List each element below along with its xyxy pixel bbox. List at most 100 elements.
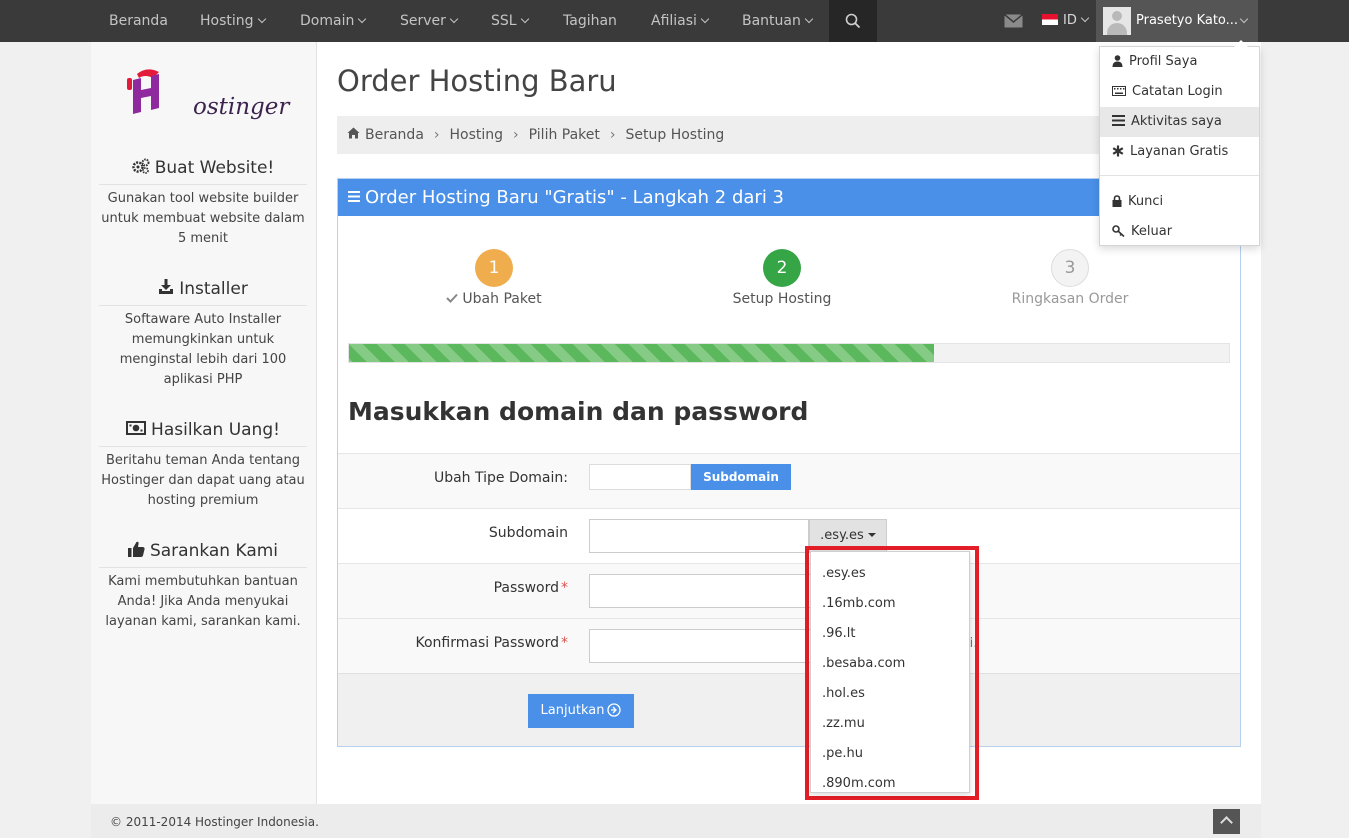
sidebar-heading-buat-website[interactable]: Buat Website!: [99, 153, 307, 185]
breadcrumb-hosting[interactable]: Hosting: [450, 127, 504, 143]
nav-label: Beranda: [109, 13, 168, 29]
menu-keluar[interactable]: Keluar: [1100, 217, 1259, 247]
scroll-to-top-button[interactable]: [1213, 809, 1240, 834]
menu-layanan-gratis[interactable]: Layanan Gratis: [1100, 137, 1259, 167]
tld-option[interactable]: .hol.es: [811, 679, 969, 709]
required-marker: *: [561, 580, 568, 596]
tld-option[interactable]: .esy.es: [811, 559, 969, 589]
nav-server[interactable]: Server: [400, 0, 459, 42]
chevron-down-icon: [358, 14, 367, 24]
nav-label: Domain: [300, 13, 355, 29]
bars-icon: [348, 190, 360, 202]
password-label-text: Password: [493, 580, 559, 596]
breadcrumb-separator: ›: [513, 127, 519, 143]
nav-beranda[interactable]: Beranda: [109, 0, 168, 42]
required-marker: *: [561, 635, 568, 651]
domain-type-option-empty[interactable]: [589, 464, 691, 490]
tld-option[interactable]: .zz.mu: [811, 709, 969, 739]
lanjutkan-button[interactable]: Lanjutkan: [528, 694, 634, 728]
form-row-subdomain: Subdomain .esy.es: [338, 508, 1240, 563]
messages-button[interactable]: [1004, 13, 1023, 32]
nav-afiliasi[interactable]: Afiliasi: [651, 0, 710, 42]
menu-catatan-login[interactable]: Catatan Login: [1100, 77, 1259, 107]
chevron-down-icon: [520, 14, 529, 24]
user-dropdown-menu: Profil Saya Catatan Login Aktivitas saya…: [1099, 40, 1260, 247]
tld-option[interactable]: .besaba.com: [811, 649, 969, 679]
step-number: 2: [763, 249, 801, 287]
sidebar-description: Beritahu teman Anda tentang Hostinger da…: [101, 453, 305, 508]
search-icon: [845, 13, 861, 29]
copyright-text: © 2011-2014 Hostinger Indonesia.: [110, 815, 319, 829]
menu-profil-saya[interactable]: Profil Saya: [1100, 47, 1259, 77]
user-menu-toggle[interactable]: Prasetyo Kato...: [1096, 0, 1258, 42]
step-label-text: Ubah Paket: [462, 291, 542, 307]
sidebar-heading-hasilkan-uang[interactable]: Hasilkan Uang!: [99, 415, 307, 447]
sidebar-heading-text: Installer: [179, 279, 248, 299]
progress-bar: [348, 343, 1230, 363]
page-title: Order Hosting Baru: [337, 64, 617, 98]
nav-label: Tagihan: [563, 13, 617, 29]
hostinger-logo-mark: [127, 69, 159, 114]
step-3: 3 Ringkasan Order: [970, 249, 1170, 307]
lock-icon: [1112, 194, 1122, 207]
nav-hosting[interactable]: Hosting: [200, 0, 266, 42]
envelope-icon: [1004, 13, 1023, 28]
subdomain-type-button[interactable]: Subdomain: [691, 464, 791, 490]
check-icon: [446, 293, 459, 303]
step-label: Ubah Paket: [394, 291, 594, 307]
step-label: Setup Hosting: [732, 291, 832, 307]
hostinger-logo[interactable]: ostinger: [123, 64, 289, 120]
sidebar-heading-sarankan-kami[interactable]: Sarankan Kami: [99, 536, 307, 568]
breadcrumb-current: Setup Hosting: [625, 127, 725, 143]
chevron-down-icon: [1239, 14, 1249, 24]
nav-label: Bantuan: [742, 13, 801, 29]
language-code: ID: [1063, 13, 1077, 28]
nav-label: SSL: [491, 13, 517, 29]
step-label: Ringkasan Order: [1011, 291, 1129, 307]
subdomain-input[interactable]: [589, 519, 809, 553]
step-number: 3: [1051, 249, 1089, 287]
breadcrumb-separator: ›: [609, 127, 616, 143]
form-footer: Lanjutkan: [338, 673, 1240, 746]
form-row-domain-type: Ubah Tipe Domain: Subdomain: [338, 453, 1240, 508]
menu-kunci[interactable]: Kunci: [1100, 187, 1259, 217]
breadcrumb-beranda[interactable]: Beranda: [365, 127, 424, 143]
menu-item-label: Kunci: [1128, 194, 1164, 209]
search-button[interactable]: [829, 0, 877, 42]
menu-item-label: Keluar: [1131, 224, 1173, 239]
sidebar: ostinger Buat Website! Gunakan tool webs…: [91, 42, 317, 804]
dropdown-caret: [1234, 40, 1248, 47]
nav-tagihan[interactable]: Tagihan: [563, 0, 617, 42]
sidebar-heading-installer[interactable]: Installer: [99, 274, 307, 306]
menu-item-label: Layanan Gratis: [1130, 144, 1229, 159]
asterisk-icon: [1112, 145, 1124, 156]
tld-option[interactable]: .pe.hu: [811, 739, 969, 769]
password-label: Password *: [494, 564, 568, 612]
list-icon: [1112, 115, 1125, 126]
language-selector[interactable]: ID: [1042, 0, 1090, 42]
chevron-up-icon: [1220, 816, 1233, 829]
form-row-confirm-password: Konfirmasi Password * li.: [338, 618, 1240, 673]
nav-domain[interactable]: Domain: [300, 0, 367, 42]
sidebar-heading-text: Sarankan Kami: [149, 541, 279, 561]
avatar: [1103, 7, 1131, 35]
menu-aktivitas-saya[interactable]: Aktivitas saya: [1100, 107, 1259, 137]
indonesia-flag-icon: [1042, 14, 1058, 25]
nav-bantuan[interactable]: Bantuan: [742, 0, 814, 42]
sidebar-heading-text: Buat Website!: [154, 158, 275, 178]
chevron-down-icon: [257, 14, 266, 24]
breadcrumb-pilih-paket[interactable]: Pilih Paket: [529, 127, 600, 143]
sidebar-description: Softaware Auto Installer memungkinkan un…: [119, 312, 287, 387]
key-icon: [1112, 224, 1125, 237]
chevron-down-icon: [804, 14, 814, 24]
progress-fill: [349, 344, 935, 362]
nav-ssl[interactable]: SSL: [491, 0, 529, 42]
order-panel: Order Hosting Baru "Gratis" - Langkah 2 …: [337, 178, 1241, 747]
nav-label: Server: [400, 13, 446, 29]
tld-option[interactable]: .16mb.com: [811, 589, 969, 619]
confirm-password-label: Konfirmasi Password *: [416, 619, 569, 667]
tld-option[interactable]: .96.lt: [811, 619, 969, 649]
step-2: 2 Setup Hosting: [682, 249, 882, 307]
step-1[interactable]: 1 Ubah Paket: [394, 249, 594, 307]
tld-option[interactable]: .890m.com: [811, 769, 969, 799]
